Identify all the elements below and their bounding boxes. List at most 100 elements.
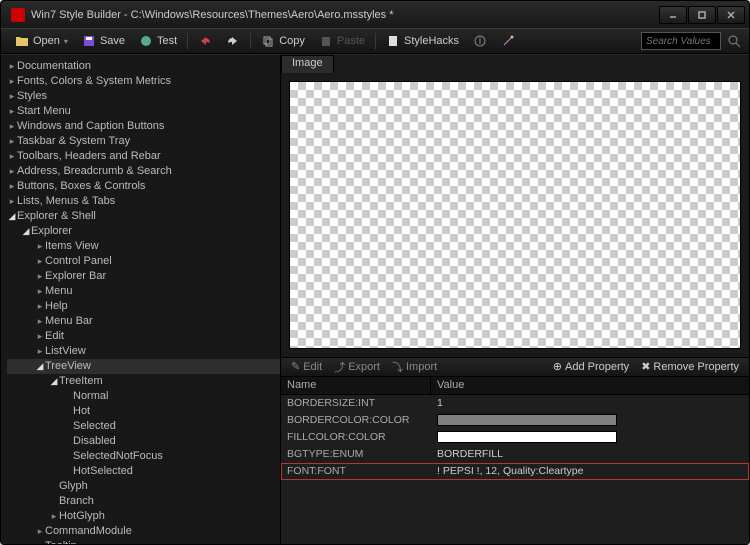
- chevron-down-icon[interactable]: ◢: [49, 374, 59, 389]
- remove-property-button[interactable]: ✖Remove Property: [637, 359, 743, 374]
- chevron-right-icon[interactable]: ▸: [35, 299, 45, 314]
- open-button[interactable]: Open ▾: [9, 32, 74, 50]
- tree-item[interactable]: ▸Control Panel: [7, 254, 280, 269]
- tree-item[interactable]: ▸Taskbar & System Tray: [7, 134, 280, 149]
- chevron-right-icon[interactable]: ▸: [7, 119, 17, 134]
- col-name[interactable]: Name: [281, 377, 431, 394]
- chevron-right-icon[interactable]: ▸: [35, 239, 45, 254]
- property-row[interactable]: BGTYPE:ENUMBORDERFILL: [281, 446, 749, 463]
- chevron-right-icon[interactable]: ▸: [7, 59, 17, 74]
- chevron-right-icon[interactable]: ▸: [7, 104, 17, 119]
- chevron-right-icon[interactable]: ▸: [7, 134, 17, 149]
- chevron-right-icon[interactable]: ▸: [7, 179, 17, 194]
- property-row[interactable]: FILLCOLOR:COLOR: [281, 429, 749, 446]
- tree-item[interactable]: ▸Explorer Bar: [7, 269, 280, 284]
- tree-item[interactable]: Normal: [7, 389, 280, 404]
- chevron-right-icon[interactable]: ▸: [35, 524, 45, 539]
- chevron-right-icon[interactable]: ▸: [7, 74, 17, 89]
- tree-item[interactable]: Branch: [7, 494, 280, 509]
- chevron-right-icon[interactable]: ▸: [35, 269, 45, 284]
- info-button[interactable]: i: [467, 32, 493, 50]
- minimize-button[interactable]: [659, 6, 687, 24]
- undo-button[interactable]: [192, 32, 218, 50]
- col-value[interactable]: Value: [431, 377, 470, 394]
- title-bar[interactable]: Win7 Style Builder - C:\Windows\Resource…: [1, 1, 749, 28]
- copy-button[interactable]: Copy: [255, 32, 311, 50]
- chevron-right-icon[interactable]: ▸: [35, 539, 45, 544]
- tree-item[interactable]: ◢TreeView: [7, 359, 280, 374]
- edit-prop-button[interactable]: ✎Edit: [287, 359, 326, 374]
- property-row[interactable]: FONT:FONT! PEPSI !, 12, Quality:Cleartyp…: [281, 463, 749, 480]
- image-preview-area[interactable]: [281, 73, 749, 357]
- chevron-right-icon[interactable]: ▸: [35, 314, 45, 329]
- chevron-right-icon[interactable]: ▸: [35, 284, 45, 299]
- properties-list[interactable]: BORDERSIZE:INT1BORDERCOLOR:COLORFILLCOLO…: [281, 395, 749, 544]
- chevron-down-icon[interactable]: ◢: [21, 224, 31, 239]
- property-value[interactable]: [431, 431, 749, 443]
- test-button[interactable]: Test: [133, 32, 183, 50]
- tree-item[interactable]: ▸Styles: [7, 89, 280, 104]
- redo-button[interactable]: [220, 32, 246, 50]
- property-value[interactable]: ! PEPSI !, 12, Quality:Cleartype: [431, 465, 749, 477]
- chevron-down-icon[interactable]: ◢: [35, 359, 45, 374]
- tree-item[interactable]: ▸Lists, Menus & Tabs: [7, 194, 280, 209]
- tree-item[interactable]: ▸Edit: [7, 329, 280, 344]
- tree-item[interactable]: ▸Windows and Caption Buttons: [7, 119, 280, 134]
- chevron-right-icon[interactable]: ▸: [49, 509, 59, 524]
- chevron-down-icon[interactable]: ◢: [7, 209, 17, 224]
- tree-item[interactable]: SelectedNotFocus: [7, 449, 280, 464]
- tree-item[interactable]: ◢Explorer & Shell: [7, 209, 280, 224]
- image-tab[interactable]: Image: [281, 55, 334, 73]
- add-property-button[interactable]: ⊕Add Property: [549, 359, 633, 374]
- tree-item[interactable]: ▸Toolbars, Headers and Rebar: [7, 149, 280, 164]
- chevron-right-icon[interactable]: ▸: [35, 329, 45, 344]
- wand-button[interactable]: [495, 32, 521, 50]
- import-prop-button[interactable]: ⤵Import: [388, 358, 441, 376]
- paste-button[interactable]: Paste: [313, 32, 371, 50]
- search-icon[interactable]: [727, 34, 741, 48]
- chevron-right-icon[interactable]: ▸: [35, 344, 45, 359]
- maximize-button[interactable]: [688, 6, 716, 24]
- chevron-right-icon[interactable]: ▸: [7, 194, 17, 209]
- tree-panel[interactable]: ▸Documentation▸Fonts, Colors & System Me…: [1, 55, 281, 544]
- tree-item[interactable]: Disabled: [7, 434, 280, 449]
- tree-item[interactable]: ▸Start Menu: [7, 104, 280, 119]
- toolbar-separator: [250, 33, 251, 49]
- tree-item[interactable]: ◢TreeItem: [7, 374, 280, 389]
- tree-item[interactable]: ▸Menu Bar: [7, 314, 280, 329]
- tree-item[interactable]: ▸Fonts, Colors & System Metrics: [7, 74, 280, 89]
- tree-item[interactable]: HotSelected: [7, 464, 280, 479]
- tree-item[interactable]: ▸Tooltip: [7, 539, 280, 544]
- close-button[interactable]: [717, 6, 745, 24]
- tree-item[interactable]: ▸Menu: [7, 284, 280, 299]
- stylehacks-button[interactable]: StyleHacks: [380, 32, 465, 50]
- tree-item[interactable]: Hot: [7, 404, 280, 419]
- tree-item-label: Items View: [45, 239, 99, 254]
- tree-item[interactable]: ▸CommandModule: [7, 524, 280, 539]
- tree-item[interactable]: Glyph: [7, 479, 280, 494]
- tree-item-label: Tooltip: [45, 539, 77, 544]
- chevron-right-icon[interactable]: ▸: [7, 164, 17, 179]
- tree-item[interactable]: ▸Items View: [7, 239, 280, 254]
- tree-item[interactable]: ▸Address, Breadcrumb & Search: [7, 164, 280, 179]
- color-swatch[interactable]: [437, 414, 617, 426]
- tree-item[interactable]: ▸Help: [7, 299, 280, 314]
- property-value[interactable]: 1: [431, 397, 749, 409]
- property-row[interactable]: BORDERSIZE:INT1: [281, 395, 749, 412]
- property-row[interactable]: BORDERCOLOR:COLOR: [281, 412, 749, 429]
- property-value[interactable]: [431, 414, 749, 426]
- export-prop-button[interactable]: ⤴Export: [330, 358, 384, 376]
- tree-item[interactable]: ▸HotGlyph: [7, 509, 280, 524]
- save-button[interactable]: Save: [76, 32, 131, 50]
- chevron-right-icon[interactable]: ▸: [7, 89, 17, 104]
- tree-item[interactable]: ◢Explorer: [7, 224, 280, 239]
- color-swatch[interactable]: [437, 431, 617, 443]
- tree-item[interactable]: ▸ListView: [7, 344, 280, 359]
- tree-item[interactable]: ▸Buttons, Boxes & Controls: [7, 179, 280, 194]
- tree-item[interactable]: ▸Documentation: [7, 59, 280, 74]
- search-input[interactable]: [641, 32, 721, 50]
- property-value[interactable]: BORDERFILL: [431, 448, 749, 460]
- chevron-right-icon[interactable]: ▸: [7, 149, 17, 164]
- tree-item[interactable]: Selected: [7, 419, 280, 434]
- chevron-right-icon[interactable]: ▸: [35, 254, 45, 269]
